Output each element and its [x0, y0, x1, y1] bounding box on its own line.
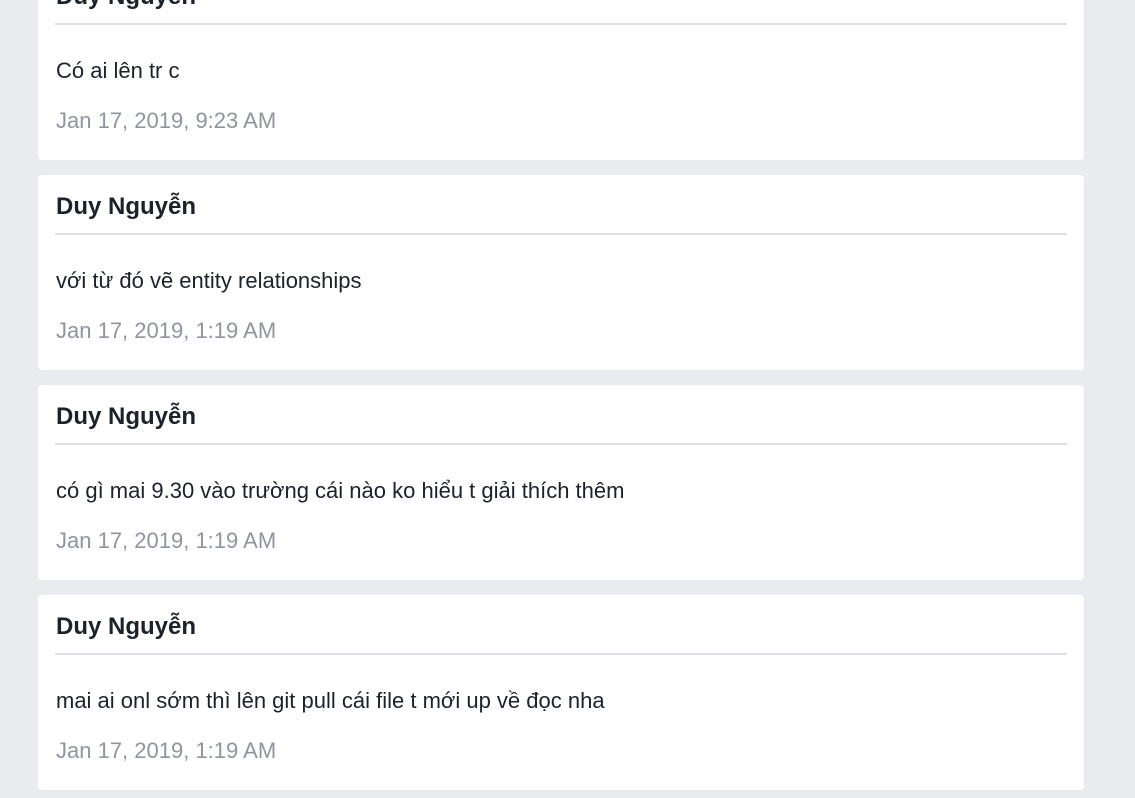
divider [55, 233, 1067, 235]
divider [55, 23, 1067, 25]
sender-name[interactable]: Duy Nguyễn [56, 613, 196, 641]
message-text: có gì mai 9.30 vào trường cái nào ko hiể… [56, 478, 625, 503]
message-timestamp[interactable]: Jan 17, 2019, 9:23 AM [56, 108, 276, 134]
message-text: mai ai onl sớm thì lên git pull cái file… [56, 688, 605, 713]
message-card: Duy Nguyễn Có ai lên tr c Jan 17, 2019, … [38, 0, 1084, 160]
message-timestamp[interactable]: Jan 17, 2019, 1:19 AM [56, 318, 276, 344]
message-card: Duy Nguyễn có gì mai 9.30 vào trường cái… [38, 385, 1084, 580]
sender-name[interactable]: Duy Nguyễn [56, 403, 196, 431]
sender-name[interactable]: Duy Nguyễn [56, 0, 196, 11]
message-timestamp[interactable]: Jan 17, 2019, 1:19 AM [56, 738, 276, 764]
message-text: với từ đó vẽ entity relationships [56, 268, 362, 293]
message-timestamp[interactable]: Jan 17, 2019, 1:19 AM [56, 528, 276, 554]
message-text: Có ai lên tr c [56, 58, 180, 83]
divider [55, 653, 1067, 655]
message-card: Duy Nguyễn với từ đó vẽ entity relations… [38, 175, 1084, 370]
message-card: Duy Nguyễn mai ai onl sớm thì lên git pu… [38, 595, 1084, 790]
sender-name[interactable]: Duy Nguyễn [56, 193, 196, 221]
divider [55, 443, 1067, 445]
message-feed: Duy Nguyễn Có ai lên tr c Jan 17, 2019, … [0, 0, 1135, 798]
